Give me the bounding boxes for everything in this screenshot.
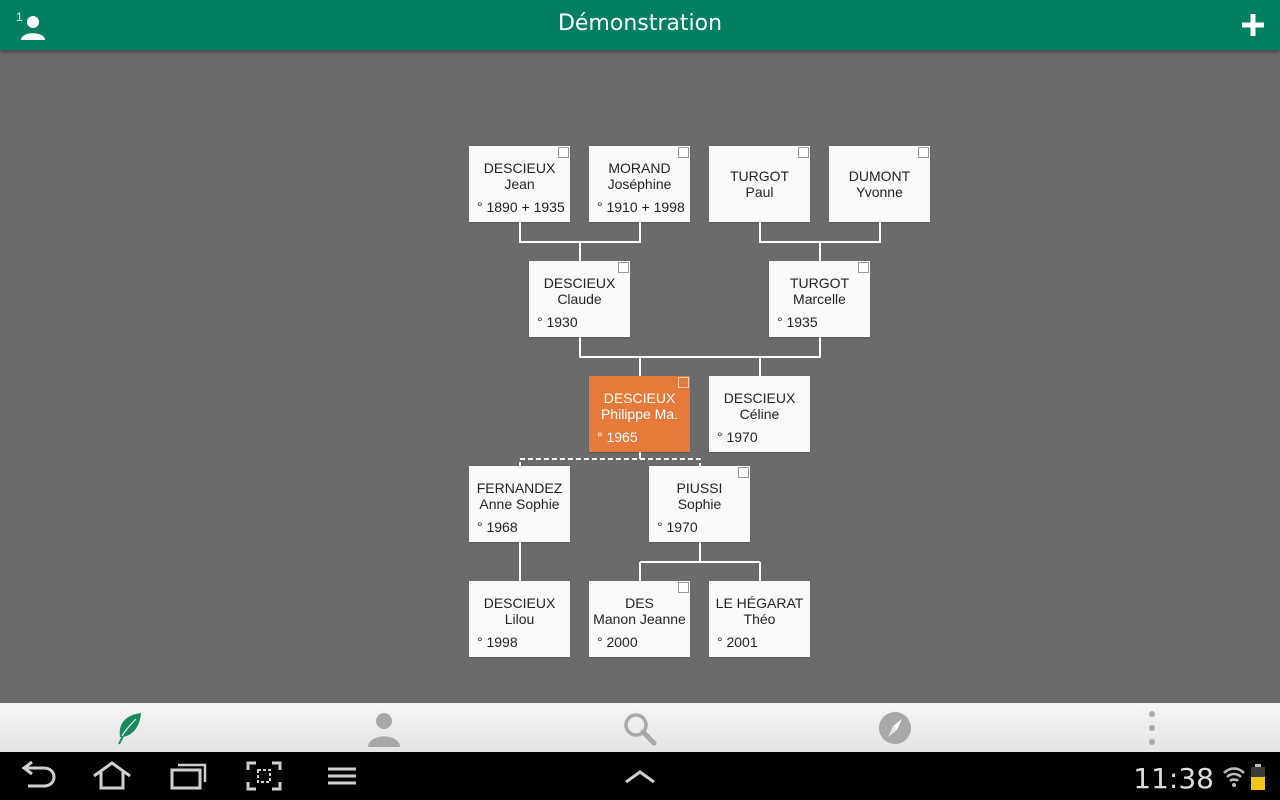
expand-marker	[678, 377, 689, 388]
person-name: FERNANDEZ Anne Sophie	[476, 480, 563, 512]
person-card-theo[interactable]: LE HÉGARAT Théo ° 2001	[709, 581, 810, 657]
person-card-paul[interactable]: TURGOT Paul	[709, 146, 810, 222]
recent-apps-icon	[170, 763, 207, 790]
expand-marker	[858, 262, 869, 273]
expand-marker	[918, 147, 929, 158]
person-dates: ° 1968	[477, 519, 518, 535]
expand-marker	[678, 147, 689, 158]
notifications-expand-button[interactable]	[620, 760, 660, 792]
more-vertical-icon	[1149, 711, 1155, 745]
person-icon	[368, 713, 400, 747]
person-name: DESCIEUX Jean	[483, 160, 556, 192]
plus-icon	[1242, 14, 1264, 36]
person-name: DESCIEUX Philippe Ma.	[600, 390, 679, 422]
person-name: DESCIEUX Lilou	[483, 595, 556, 627]
navigate-tab[interactable]	[854, 703, 934, 752]
person-card-anne[interactable]: FERNANDEZ Anne Sophie ° 1968	[469, 466, 570, 542]
person-dates: ° 1890 + 1935	[477, 199, 565, 215]
screenshot-button[interactable]	[245, 760, 285, 792]
chevron-up-icon	[625, 770, 655, 784]
person-dates: ° 1935	[777, 314, 818, 330]
person-name: DUMONT Yvonne	[848, 168, 911, 200]
home-icon	[93, 761, 131, 790]
person-card-celine[interactable]: DESCIEUX Céline ° 1970	[709, 376, 810, 452]
person-card-lilou[interactable]: DESCIEUX Lilou ° 1998	[469, 581, 570, 657]
person-name: TURGOT Paul	[729, 168, 790, 200]
expand-marker	[798, 147, 809, 158]
expand-marker	[738, 467, 749, 478]
person-name: DES Manon Jeanne	[593, 595, 686, 627]
battery-icon	[1251, 764, 1265, 790]
add-person-button[interactable]	[1238, 10, 1268, 40]
system-navigation-bar: 11:38	[0, 752, 1280, 800]
person-dates: ° 1970	[657, 519, 698, 535]
bottom-navigation	[0, 703, 1280, 752]
search-tab[interactable]	[598, 703, 678, 752]
person-dates: ° 2000	[597, 634, 638, 650]
person-name: MORAND Joséphine	[607, 160, 672, 192]
person-dates: ° 1965	[597, 429, 638, 445]
compass-icon	[879, 712, 911, 744]
expand-marker	[618, 262, 629, 273]
person-card-marcelle[interactable]: TURGOT Marcelle ° 1935	[769, 261, 870, 337]
person-tab[interactable]	[343, 703, 423, 752]
person-dates: ° 1998	[477, 634, 518, 650]
person-name: LE HÉGARAT Théo	[715, 595, 804, 627]
person-card-sophie[interactable]: PIUSSI Sophie ° 1970	[649, 466, 750, 542]
person-card-manon[interactable]: DES Manon Jeanne ° 2000	[589, 581, 690, 657]
app-bar: 1 Démonstration	[0, 0, 1280, 50]
back-icon	[21, 760, 56, 788]
recent-apps-button[interactable]	[168, 760, 208, 792]
person-card-philippe[interactable]: DESCIEUX Philippe Ma. ° 1965	[589, 376, 690, 452]
person-card-claude[interactable]: DESCIEUX Claude ° 1930	[529, 261, 630, 337]
home-button[interactable]	[92, 760, 132, 792]
menu-button[interactable]	[323, 760, 363, 792]
person-dates: ° 1910 + 1998	[597, 199, 685, 215]
back-button[interactable]	[18, 760, 58, 792]
more-tab[interactable]	[1111, 703, 1191, 752]
leaf-icon	[118, 713, 141, 745]
status-icons	[1222, 764, 1270, 790]
person-name: DESCIEUX Céline	[723, 390, 796, 422]
person-card-josephine[interactable]: MORAND Joséphine ° 1910 + 1998	[589, 146, 690, 222]
menu-icon	[328, 767, 356, 785]
expand-marker	[678, 582, 689, 593]
page-title: Démonstration	[557, 11, 723, 36]
person-name: PIUSSI Sophie	[676, 480, 723, 512]
person-card-jean[interactable]: DESCIEUX Jean ° 1890 + 1935	[469, 146, 570, 222]
search-icon	[624, 713, 657, 746]
tree-tab[interactable]	[90, 703, 170, 752]
person-dates: ° 2001	[717, 634, 758, 650]
person-card-yvonne[interactable]: DUMONT Yvonne	[829, 146, 930, 222]
expand-marker	[558, 147, 569, 158]
wifi-icon	[1223, 767, 1245, 787]
screenshot-icon	[246, 761, 282, 791]
person-name: TURGOT Marcelle	[789, 275, 850, 307]
person-name: DESCIEUX Claude	[543, 275, 616, 307]
family-tree-canvas[interactable]: DESCIEUX Jean ° 1890 + 1935 MORAND Joséphi…	[0, 50, 1280, 703]
person-dates: ° 1930	[537, 314, 578, 330]
person-dates: ° 1970	[717, 429, 758, 445]
clock: 11:38	[1133, 762, 1214, 795]
